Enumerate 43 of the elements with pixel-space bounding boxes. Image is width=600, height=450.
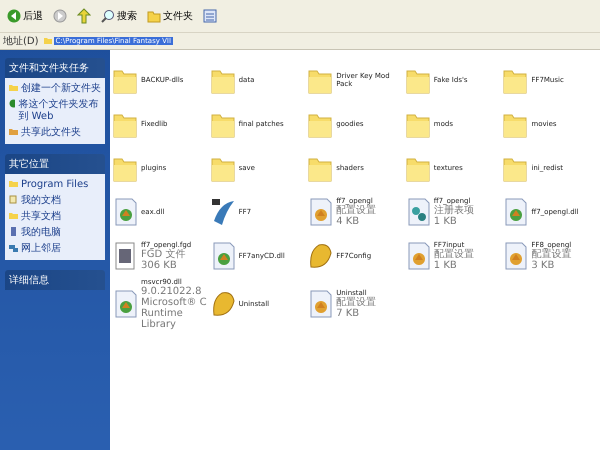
file-detail: 3 KB	[531, 260, 556, 271]
task-link[interactable]: 网上邻居	[21, 243, 61, 255]
search-button[interactable]: 搜索	[98, 7, 140, 25]
game-logo-icon	[210, 197, 236, 227]
file-detail: Microsoft® C Runtime Library	[141, 297, 208, 330]
folder-icon	[9, 179, 18, 188]
panel-header[interactable]: 其它位置	[5, 154, 105, 174]
file-detail: 配置设置	[336, 205, 376, 216]
task-link[interactable]: 共享文档	[21, 211, 61, 223]
document-folder-icon	[9, 195, 18, 204]
network-icon	[9, 243, 18, 252]
file-detail: 1 KB	[434, 260, 458, 271]
task-link[interactable]: 我的电脑	[21, 227, 61, 239]
file-detail: 配置设置	[531, 249, 572, 260]
task-link[interactable]: Program Files	[21, 179, 88, 191]
file-detail: 7 KB	[336, 308, 360, 319]
panel-header[interactable]: 文件和文件夹任务	[5, 58, 105, 78]
folders-button[interactable]: 文件夹	[144, 7, 196, 25]
file-detail: 注册表项	[434, 205, 474, 216]
file-detail: 9.0.21022.8	[141, 286, 202, 297]
task-link[interactable]: 将这个文件夹发布到 Web	[18, 99, 101, 123]
search-icon	[101, 9, 115, 23]
task-link[interactable]: 我的文档	[21, 195, 61, 207]
folder-icon	[9, 83, 18, 92]
folder-icon	[9, 211, 18, 220]
back-button[interactable]: 后退	[4, 7, 46, 25]
folder-icon	[147, 9, 161, 23]
task-link[interactable]: 创建一个新文件夹	[21, 83, 101, 95]
file-detail: 配置设置	[336, 297, 376, 308]
shared-folder-icon	[9, 127, 18, 136]
task-link[interactable]: 共享此文件夹	[21, 127, 81, 139]
up-folder-button[interactable]	[74, 6, 94, 26]
folder-icon	[44, 37, 52, 45]
file-detail: 1 KB	[434, 216, 458, 227]
file-detail: FGD 文件	[141, 249, 186, 260]
file-detail: 4 KB	[336, 216, 360, 227]
views-icon	[203, 9, 217, 23]
panel-header[interactable]: 详细信息	[5, 270, 105, 290]
computer-icon	[9, 227, 18, 236]
address-label: 地址(D)	[3, 34, 39, 48]
up-arrow-icon	[77, 8, 91, 24]
file-detail: 配置设置	[434, 249, 474, 260]
file-detail: 306 KB	[141, 260, 178, 271]
